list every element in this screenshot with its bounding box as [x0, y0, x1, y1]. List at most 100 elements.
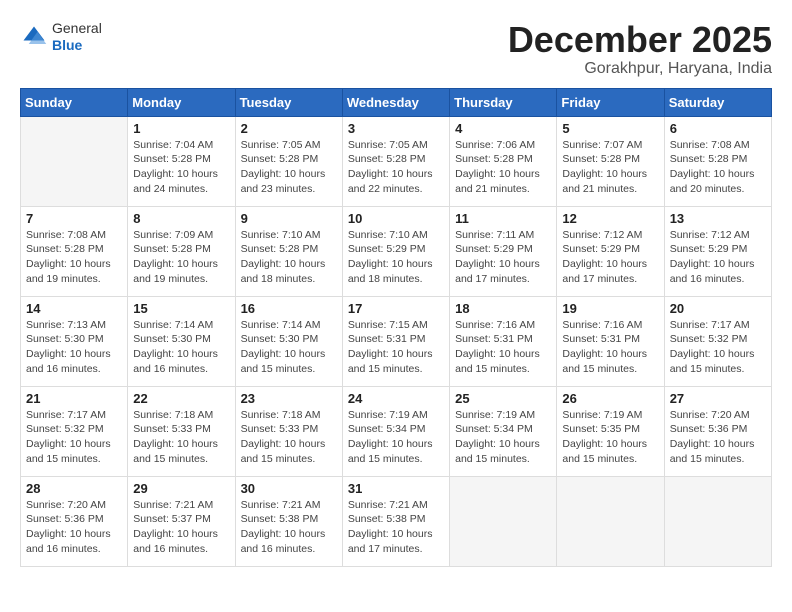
day-info: Sunrise: 7:05 AMSunset: 5:28 PMDaylight:…: [241, 138, 337, 197]
day-info: Sunrise: 7:19 AMSunset: 5:34 PMDaylight:…: [455, 408, 551, 467]
day-number: 3: [348, 121, 444, 136]
day-info: Sunrise: 7:18 AMSunset: 5:33 PMDaylight:…: [241, 408, 337, 467]
day-number: 9: [241, 211, 337, 226]
logo-general: General: [52, 20, 102, 37]
calendar-cell: 2Sunrise: 7:05 AMSunset: 5:28 PMDaylight…: [235, 116, 342, 206]
page-header: General Blue December 2025 Gorakhpur, Ha…: [20, 20, 772, 78]
day-info: Sunrise: 7:17 AMSunset: 5:32 PMDaylight:…: [670, 318, 766, 377]
day-number: 12: [562, 211, 658, 226]
calendar-table: SundayMondayTuesdayWednesdayThursdayFrid…: [20, 88, 772, 567]
day-info: Sunrise: 7:07 AMSunset: 5:28 PMDaylight:…: [562, 138, 658, 197]
logo: General Blue: [20, 20, 102, 54]
day-info: Sunrise: 7:09 AMSunset: 5:28 PMDaylight:…: [133, 228, 229, 287]
day-number: 23: [241, 391, 337, 406]
calendar-cell: 1 Sunrise: 7:04 AMSunset: 5:28 PMDaylight…: [128, 116, 235, 206]
calendar-cell: 8 Sunrise: 7:09 AMSunset: 5:28 PMDaylight…: [128, 206, 235, 296]
day-number: 30: [241, 481, 337, 496]
weekday-header-monday: Monday: [128, 88, 235, 116]
day-number: 18: [455, 301, 551, 316]
calendar-cell: 16 Sunrise: 7:14 AMSunset: 5:30 PMDayligh…: [235, 296, 342, 386]
calendar-cell: 15Sunrise: 7:14 AMSunset: 5:30 PMDayligh…: [128, 296, 235, 386]
day-number: 17: [348, 301, 444, 316]
day-info: Sunrise: 7:18 AMSunset: 5:33 PMDaylight:…: [133, 408, 229, 467]
logo-text: General Blue: [52, 20, 102, 54]
day-number: 26: [562, 391, 658, 406]
day-info: Sunrise: 7:13 AMSunset: 5:30 PMDaylight:…: [26, 318, 122, 377]
calendar-cell: 12 Sunrise: 7:12 AMSunset: 5:29 PMDayligh…: [557, 206, 664, 296]
calendar-cell: 4Sunrise: 7:06 AMSunset: 5:28 PMDaylight…: [450, 116, 557, 206]
calendar-cell: 20 Sunrise: 7:17 AMSunset: 5:32 PMDayligh…: [664, 296, 771, 386]
day-info: Sunrise: 7:20 AMSunset: 5:36 PMDaylight:…: [670, 408, 766, 467]
day-number: 24: [348, 391, 444, 406]
day-info: Sunrise: 7:08 AMSunset: 5:28 PMDaylight:…: [26, 228, 122, 287]
weekday-header-row: SundayMondayTuesdayWednesdayThursdayFrid…: [21, 88, 772, 116]
day-info: Sunrise: 7:12 AMSunset: 5:29 PMDaylight:…: [562, 228, 658, 287]
day-number: 29: [133, 481, 229, 496]
day-number: 19: [562, 301, 658, 316]
calendar-cell: 11 Sunrise: 7:11 AMSunset: 5:29 PMDayligh…: [450, 206, 557, 296]
day-number: 31: [348, 481, 444, 496]
title-section: December 2025 Gorakhpur, Haryana, India: [508, 20, 772, 78]
day-number: 8: [133, 211, 229, 226]
month-year-title: December 2025: [508, 20, 772, 60]
day-number: 15: [133, 301, 229, 316]
day-info: Sunrise: 7:05 AMSunset: 5:28 PMDaylight:…: [348, 138, 444, 197]
day-info: Sunrise: 7:21 AMSunset: 5:37 PMDaylight:…: [133, 498, 229, 557]
calendar-cell: 23 Sunrise: 7:18 AMSunset: 5:33 PMDayligh…: [235, 386, 342, 476]
day-number: 10: [348, 211, 444, 226]
day-info: Sunrise: 7:14 AMSunset: 5:30 PMDaylight:…: [241, 318, 337, 377]
day-info: Sunrise: 7:12 AMSunset: 5:29 PMDaylight:…: [670, 228, 766, 287]
calendar-cell: 10 Sunrise: 7:10 AMSunset: 5:29 PMDayligh…: [342, 206, 449, 296]
calendar-cell: 5 Sunrise: 7:07 AMSunset: 5:28 PMDaylight…: [557, 116, 664, 206]
day-number: 1: [133, 121, 229, 136]
day-info: Sunrise: 7:08 AMSunset: 5:28 PMDaylight:…: [670, 138, 766, 197]
day-number: 27: [670, 391, 766, 406]
weekday-header-tuesday: Tuesday: [235, 88, 342, 116]
calendar-cell: [21, 116, 128, 206]
day-info: Sunrise: 7:15 AMSunset: 5:31 PMDaylight:…: [348, 318, 444, 377]
day-number: 7: [26, 211, 122, 226]
week-row-1: 1 Sunrise: 7:04 AMSunset: 5:28 PMDaylight…: [21, 116, 772, 206]
calendar-cell: [664, 476, 771, 566]
calendar-cell: 21 Sunrise: 7:17 AMSunset: 5:32 PMDayligh…: [21, 386, 128, 476]
calendar-cell: 25 Sunrise: 7:19 AMSunset: 5:34 PMDayligh…: [450, 386, 557, 476]
calendar-cell: 28 Sunrise: 7:20 AMSunset: 5:36 PMDayligh…: [21, 476, 128, 566]
week-row-2: 7 Sunrise: 7:08 AMSunset: 5:28 PMDaylight…: [21, 206, 772, 296]
calendar-cell: 30Sunrise: 7:21 AMSunset: 5:38 PMDayligh…: [235, 476, 342, 566]
calendar-cell: 19Sunrise: 7:16 AMSunset: 5:31 PMDayligh…: [557, 296, 664, 386]
day-number: 5: [562, 121, 658, 136]
day-info: Sunrise: 7:20 AMSunset: 5:36 PMDaylight:…: [26, 498, 122, 557]
day-info: Sunrise: 7:21 AMSunset: 5:38 PMDaylight:…: [348, 498, 444, 557]
day-info: Sunrise: 7:04 AMSunset: 5:28 PMDaylight:…: [133, 138, 229, 197]
day-number: 22: [133, 391, 229, 406]
day-info: Sunrise: 7:11 AMSunset: 5:29 PMDaylight:…: [455, 228, 551, 287]
logo-icon: [20, 23, 48, 51]
day-number: 20: [670, 301, 766, 316]
calendar-cell: [557, 476, 664, 566]
calendar-cell: 13Sunrise: 7:12 AMSunset: 5:29 PMDayligh…: [664, 206, 771, 296]
day-number: 16: [241, 301, 337, 316]
day-number: 6: [670, 121, 766, 136]
day-number: 21: [26, 391, 122, 406]
day-info: Sunrise: 7:10 AMSunset: 5:29 PMDaylight:…: [348, 228, 444, 287]
calendar-cell: 18 Sunrise: 7:16 AMSunset: 5:31 PMDayligh…: [450, 296, 557, 386]
day-number: 25: [455, 391, 551, 406]
logo-blue: Blue: [52, 37, 102, 54]
weekday-header-thursday: Thursday: [450, 88, 557, 116]
weekday-header-wednesday: Wednesday: [342, 88, 449, 116]
day-number: 28: [26, 481, 122, 496]
calendar-cell: 9 Sunrise: 7:10 AMSunset: 5:28 PMDaylight…: [235, 206, 342, 296]
week-row-4: 21 Sunrise: 7:17 AMSunset: 5:32 PMDayligh…: [21, 386, 772, 476]
weekday-header-sunday: Sunday: [21, 88, 128, 116]
day-info: Sunrise: 7:10 AMSunset: 5:28 PMDaylight:…: [241, 228, 337, 287]
day-number: 11: [455, 211, 551, 226]
calendar-cell: 29 Sunrise: 7:21 AMSunset: 5:37 PMDayligh…: [128, 476, 235, 566]
weekday-header-saturday: Saturday: [664, 88, 771, 116]
calendar-cell: 3 Sunrise: 7:05 AMSunset: 5:28 PMDaylight…: [342, 116, 449, 206]
day-info: Sunrise: 7:17 AMSunset: 5:32 PMDaylight:…: [26, 408, 122, 467]
day-info: Sunrise: 7:16 AMSunset: 5:31 PMDaylight:…: [455, 318, 551, 377]
calendar-cell: 6 Sunrise: 7:08 AMSunset: 5:28 PMDaylight…: [664, 116, 771, 206]
day-info: Sunrise: 7:19 AMSunset: 5:34 PMDaylight:…: [348, 408, 444, 467]
week-row-3: 14Sunrise: 7:13 AMSunset: 5:30 PMDayligh…: [21, 296, 772, 386]
calendar-cell: [450, 476, 557, 566]
